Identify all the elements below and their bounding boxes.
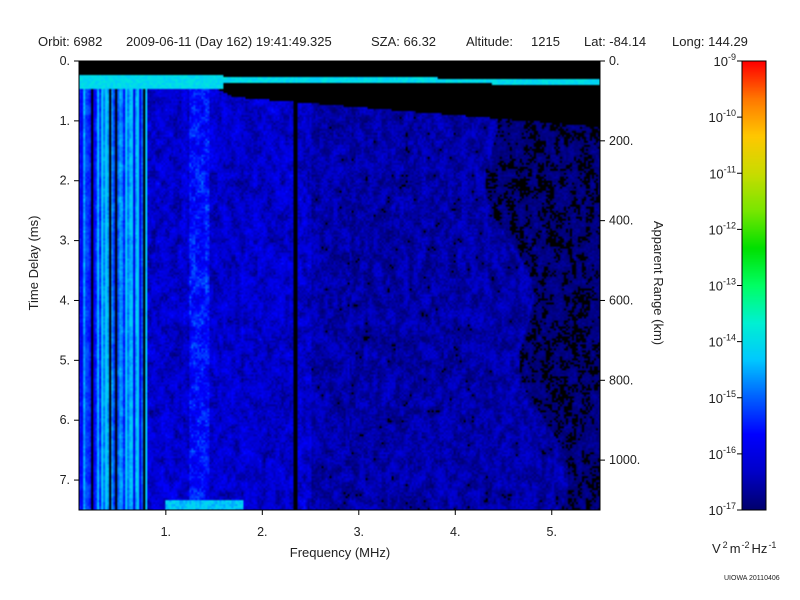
y-tick-label: 7.: [60, 473, 70, 487]
x-tick-label: 3.: [354, 525, 364, 539]
credit-label: UIOWA 20110406: [724, 575, 780, 582]
y2-tick-label: 800.: [609, 373, 633, 387]
y2-tick-label: 1000.: [609, 453, 640, 467]
y2-axis-ticks: 0. 200. 400. 600. 800. 1000.: [600, 54, 640, 467]
colorbar-ticks: 10-9 10-10 10-11 10-12 10-13 10-14 10-15 10-16 1…: [709, 52, 742, 518]
colorbar-tick-label: 10-13: [709, 277, 736, 294]
y-axis-title: Time Delay (ms): [26, 216, 41, 311]
y2-tick-label: 400.: [609, 214, 633, 228]
ionogram-figure: Orbit: 6982 2009-06-11 (Day 162) 19:41:4…: [26, 34, 780, 582]
colorbar-tick-label: 10-15: [709, 389, 736, 406]
colorbar-tick-label: 10-17: [709, 501, 736, 518]
colorbar-tick-label: 10-16: [709, 445, 736, 462]
x-tick-label: 1.: [161, 525, 171, 539]
colorbar-tick-label: 10-12: [709, 220, 736, 237]
x-tick-label: 2.: [257, 525, 267, 539]
y2-tick-label: 0.: [609, 54, 619, 68]
x-axis-ticks: 1. 2. 3. 4. 5.: [161, 510, 557, 539]
y-axis-ticks: 0. 1. 2. 3. 4. 5. 6. 7.: [60, 54, 79, 487]
header-latitude: Lat: -84.14: [584, 34, 646, 49]
x-axis-title: Frequency (MHz): [290, 545, 390, 560]
header-sza: SZA: 66.32: [371, 34, 436, 49]
colorbar-tick-label: 10-10: [709, 108, 736, 125]
y-tick-label: 5.: [60, 353, 70, 367]
header-longitude: Long: 144.29: [672, 34, 748, 49]
colorbar-gradient: [742, 61, 766, 510]
y-tick-label: 4.: [60, 293, 70, 307]
x-tick-label: 4.: [450, 525, 460, 539]
y-tick-label: 1.: [60, 114, 70, 128]
header-orbit: Orbit: 6982: [38, 34, 102, 49]
colorbar-tick-label: 10-14: [709, 333, 736, 350]
y2-tick-label: 200.: [609, 134, 633, 148]
x-tick-label: 5.: [547, 525, 557, 539]
header-altitude-label: Altitude:: [466, 34, 513, 49]
header-datetime: 2009-06-11 (Day 162) 19:41:49.325: [126, 34, 332, 49]
y2-axis-title: Apparent Range (km): [651, 221, 666, 345]
y2-tick-label: 600.: [609, 293, 633, 307]
y-tick-label: 2.: [60, 174, 70, 188]
y-tick-label: 0.: [60, 54, 70, 68]
y-tick-label: 6.: [60, 413, 70, 427]
colorbar-unit-label: V 2 m-2 Hz-1: [712, 540, 776, 556]
colorbar-tick-label: 10-11: [709, 164, 736, 181]
colorbar-tick-label: 10-9: [714, 52, 736, 69]
y-tick-label: 3.: [60, 234, 70, 248]
ionogram-heatmap: [79, 61, 600, 510]
header: Orbit: 6982 2009-06-11 (Day 162) 19:41:4…: [38, 34, 748, 49]
header-altitude-value: 1215: [531, 34, 560, 49]
